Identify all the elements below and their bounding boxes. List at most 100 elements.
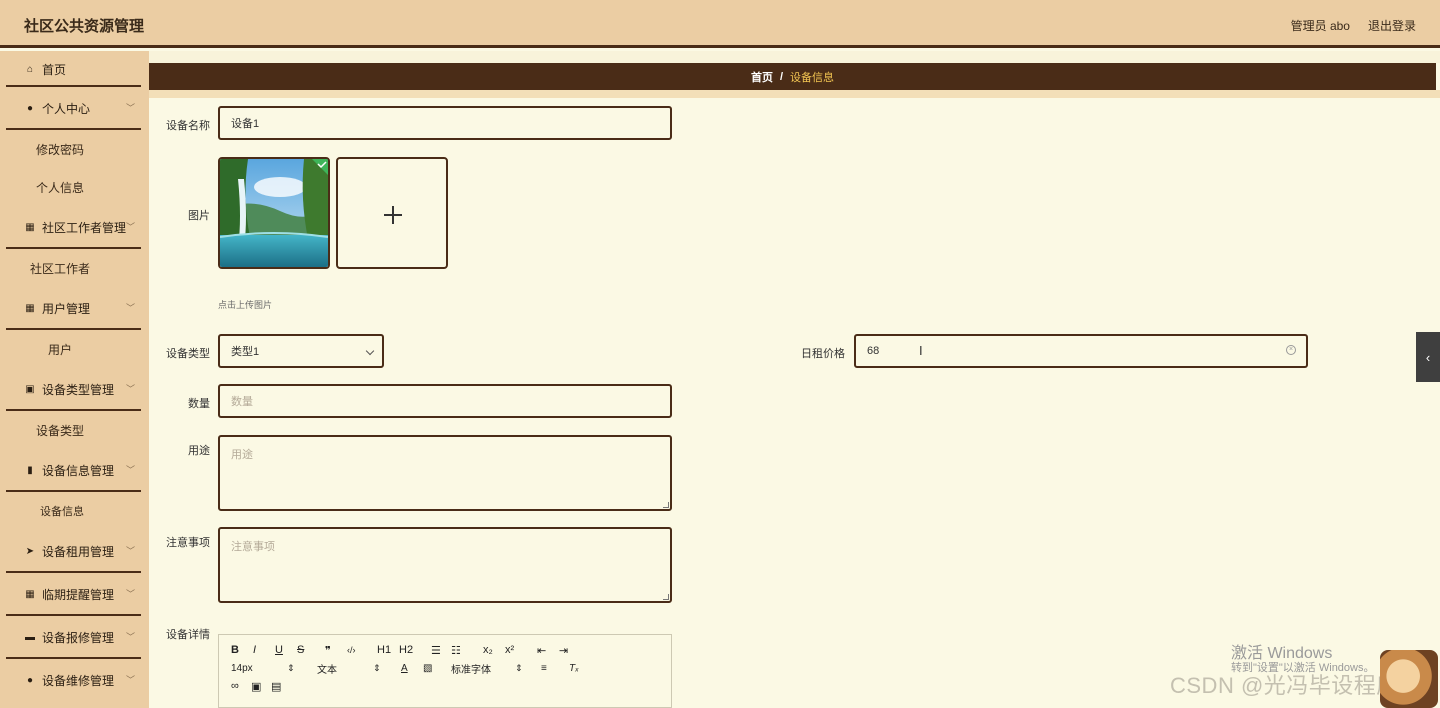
bold-button[interactable]: B	[231, 644, 253, 656]
grid-icon: ▦	[25, 222, 35, 233]
sidebar-item-label: 个人中心	[42, 102, 91, 116]
panel-toggle-button[interactable]: ‹	[1416, 332, 1440, 382]
breadcrumb: 首页 / 设备信息	[149, 63, 1436, 90]
top-header: 社区公共资源管理 管理员 abo 退出登录	[0, 0, 1440, 48]
name-label: 设备名称	[166, 120, 210, 132]
sidebar-item-repair-report-mgmt[interactable]: ▬ 设备报修管理 ﹀	[0, 616, 149, 659]
sidebar-item-label: 设备报修管理	[42, 631, 115, 645]
italic-button[interactable]: I	[253, 644, 275, 656]
h1-button[interactable]: H1	[377, 644, 399, 656]
chevron-left-icon: ‹	[1425, 349, 1431, 365]
video-icon[interactable]: ▤	[271, 680, 291, 693]
rich-text-editor[interactable]: B I U S ❞ ‹/› H1 H2 ☰ ☷ x₂ x² ⇤ ⇥ 14px ⇕…	[218, 634, 672, 708]
home-icon: ⌂	[26, 63, 34, 75]
sidebar-item-user-mgmt[interactable]: ▦ 用户管理 ﹀	[0, 287, 149, 330]
sidebar-item-maintenance-mgmt[interactable]: ● 设备维修管理 ﹀	[0, 659, 149, 702]
type-select-value: 类型1	[231, 346, 260, 358]
chevron-down-icon: ﹀	[125, 632, 135, 642]
resize-handle-icon[interactable]	[663, 502, 669, 508]
code-block-button[interactable]: ‹/›	[347, 645, 377, 655]
grid-icon: ▦	[25, 303, 35, 314]
price-label: 日租价格	[801, 348, 845, 360]
sidebar-item-worker-mgmt[interactable]: ▦ 社区工作者管理 ﹀	[0, 206, 149, 249]
sidebar-item-home[interactable]: ⌂ 首页	[0, 51, 149, 87]
font-color-button[interactable]: A	[401, 663, 423, 674]
sidebar-item-device-type-mgmt[interactable]: ▣ 设备类型管理 ﹀	[0, 368, 149, 411]
chevron-down-icon: ﹀	[125, 384, 135, 394]
sidebar-subitem-device-info[interactable]: 设备信息	[0, 492, 149, 530]
bullet-list-button[interactable]: ☷	[451, 644, 483, 657]
sidebar-subitem-users[interactable]: 用户	[0, 330, 149, 368]
image-label: 图片	[188, 210, 210, 222]
underline-button[interactable]: U	[275, 644, 297, 656]
upload-image-button[interactable]	[336, 157, 448, 269]
link-icon[interactable]: ∞	[231, 680, 251, 692]
sidebar-item-label: 设备信息管理	[42, 464, 115, 478]
sidebar-item-device-info-mgmt[interactable]: ▮ 设备信息管理 ﹀	[0, 449, 149, 492]
superscript-button[interactable]: x²	[505, 644, 537, 656]
sidebar-item-label: 社区工作者管理	[42, 221, 127, 235]
usage-textarea[interactable]: 用途	[218, 435, 672, 511]
image-icon[interactable]: ▣	[251, 680, 271, 693]
name-input-value: 设备1	[231, 118, 260, 130]
strike-button[interactable]: S	[297, 644, 325, 656]
uploaded-image[interactable]	[218, 157, 330, 269]
editor-toolbar-row-1: B I U S ❞ ‹/› H1 H2 ☰ ☷ x₂ x² ⇤ ⇥	[231, 642, 581, 658]
sidebar-item-personal-center[interactable]: ● 个人中心 ﹀	[0, 87, 149, 130]
resize-handle-icon[interactable]	[663, 594, 669, 600]
breadcrumb-home[interactable]: 首页	[751, 69, 773, 85]
notes-label: 注意事项	[166, 537, 210, 549]
sidebar-subitem-personal-info[interactable]: 个人信息	[0, 168, 149, 206]
editor-toolbar-row-3: ∞ ▣ ▤	[231, 678, 291, 694]
sidebar-item-label: 首页	[42, 62, 67, 77]
subscript-button[interactable]: x₂	[483, 644, 505, 656]
type-label: 设备类型	[166, 348, 210, 360]
outdent-button[interactable]: ⇤	[537, 644, 559, 657]
usage-label: 用途	[188, 445, 210, 457]
sidebar-subitem-workers[interactable]: 社区工作者	[0, 249, 149, 287]
font-size-select[interactable]: 14px	[231, 663, 287, 674]
clear-icon[interactable]: ×	[1286, 345, 1296, 355]
font-family-select[interactable]: 标准字体	[451, 661, 515, 676]
h2-button[interactable]: H2	[399, 644, 431, 656]
send-icon: ➤	[25, 546, 35, 557]
user-icon: ●	[26, 675, 34, 686]
breadcrumb-underline	[149, 90, 1440, 98]
breadcrumb-separator: /	[779, 70, 784, 83]
avatar	[1380, 650, 1438, 708]
usage-placeholder: 用途	[231, 449, 253, 461]
indent-button[interactable]: ⇥	[559, 644, 581, 657]
quantity-input[interactable]: 数量	[218, 384, 672, 418]
chevron-updown-icon: ⇕	[287, 662, 295, 673]
chevron-down-icon: ﹀	[125, 675, 135, 685]
header-user-area: 管理员 abo 退出登录	[1291, 17, 1416, 34]
sidebar-item-device-rent-mgmt[interactable]: ➤ 设备租用管理 ﹀	[0, 530, 149, 573]
chevron-down-icon	[365, 346, 375, 356]
clipboard-icon: ▣	[25, 384, 35, 395]
plus-icon-vertical	[392, 206, 394, 224]
top-strip	[149, 51, 1440, 63]
quantity-label: 数量	[188, 398, 210, 410]
blockquote-button[interactable]: ❞	[325, 644, 347, 657]
chevron-down-icon: ﹀	[125, 589, 135, 599]
current-user: 管理员 abo	[1290, 19, 1350, 33]
notes-placeholder: 注意事项	[231, 541, 275, 553]
background-color-button[interactable]: ▧	[423, 663, 451, 674]
chevron-updown-icon: ⇕	[373, 662, 381, 673]
chevron-down-icon: ﹀	[125, 546, 135, 556]
sidebar-item-expiry-mgmt[interactable]: ▦ 临期提醒管理 ﹀	[0, 573, 149, 616]
sidebar: ⌂ 首页 ● 个人中心 ﹀ 修改密码 个人信息 ▦ 社区工作者管理 ﹀ 社区工作…	[0, 51, 149, 708]
sidebar-subitem-change-password[interactable]: 修改密码	[0, 130, 149, 168]
clear-format-button[interactable]: Tₓ	[569, 663, 589, 674]
ordered-list-button[interactable]: ☰	[431, 644, 451, 657]
name-input[interactable]: 设备1	[218, 106, 672, 140]
header-format-select[interactable]: 文本	[317, 661, 373, 676]
logout-link[interactable]: 退出登录	[1368, 17, 1416, 34]
bar-chart-icon: ▮	[27, 465, 33, 476]
type-select[interactable]: 类型1	[218, 334, 384, 368]
align-button[interactable]: ≡	[541, 663, 569, 674]
notes-textarea[interactable]: 注意事项	[218, 527, 672, 603]
chevron-down-icon: ﹀	[125, 465, 135, 475]
sidebar-subitem-device-types[interactable]: 设备类型	[0, 411, 149, 449]
chevron-updown-icon: ⇕	[515, 662, 523, 673]
